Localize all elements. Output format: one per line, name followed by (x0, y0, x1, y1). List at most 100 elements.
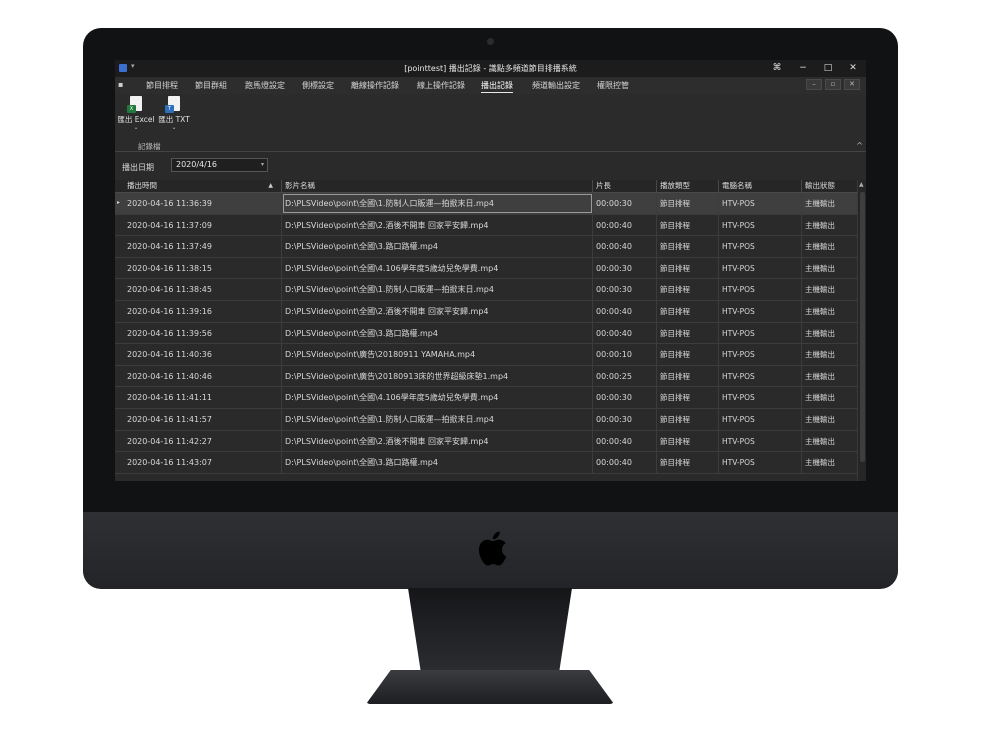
cell-file[interactable]: D:\PLSVideo\point\全國\1.防制人口販運—拍掀末日.mp4 (282, 409, 593, 430)
cell-time[interactable]: 2020-04-16 11:37:09 (124, 214, 282, 236)
vertical-scrollbar[interactable]: ▲ (857, 180, 866, 481)
cell-file[interactable]: D:\PLSVideo\point\全國\4.106學年度5歲幼兒免學費.mp4 (282, 257, 593, 279)
cell-status[interactable]: 主機輸出 (802, 344, 857, 365)
table-row[interactable]: ▸ 2020-04-16 11:36:39 D:\PLSVideo\point\全國… (115, 193, 857, 215)
cell-time[interactable]: 2020-04-16 11:37:49 (124, 236, 282, 258)
cell-computer[interactable]: HTV-POS (719, 193, 802, 214)
mdi-close-button[interactable]: ✕ (844, 79, 860, 90)
table-row[interactable]: 2020-04-16 11:39:56 D:\PLSVideo\point\全國\… (115, 322, 857, 345)
tab-permission-control[interactable]: 權限控管 (597, 80, 629, 91)
cell-type[interactable]: 節目排程 (657, 365, 719, 387)
table-row[interactable]: 2020-04-16 11:43:07 D:\PLSVideo\point\全國\… (115, 452, 857, 474)
cell-file[interactable]: D:\PLSVideo\point\廣告\20180911 YAMAHA.mp4 (282, 344, 593, 366)
scrollbar-thumb[interactable] (860, 192, 865, 462)
cell-status[interactable]: 主機輸出 (802, 258, 857, 279)
cell-time[interactable]: 2020-04-16 11:39:56 (124, 322, 282, 344)
column-header-status[interactable]: 輸出狀態 (802, 180, 857, 193)
cell-computer[interactable]: HTV-POS (719, 387, 802, 409)
cell-duration[interactable]: 00:00:30 (593, 387, 657, 409)
cell-computer[interactable]: HTV-POS (719, 322, 802, 344)
cell-computer[interactable]: HTV-POS (719, 452, 802, 474)
file-menu-icon[interactable]: ▪ (118, 80, 130, 90)
column-header-file[interactable]: 影片名稱 (282, 180, 593, 193)
cell-computer[interactable]: HTV-POS (719, 257, 802, 279)
table-row[interactable]: 2020-04-16 11:42:27 D:\PLSVideo\point\全國\… (115, 430, 857, 453)
playout-date-picker[interactable]: 2020/4/16 ▾ (171, 158, 268, 172)
cell-time[interactable]: 2020-04-16 11:41:57 (124, 409, 282, 430)
cell-duration[interactable]: 00:00:40 (593, 236, 657, 258)
cell-computer[interactable]: HTV-POS (719, 301, 802, 322)
tab-program-schedule[interactable]: 節目排程 (146, 80, 178, 91)
cell-type[interactable]: 節目排程 (657, 257, 719, 279)
cell-computer[interactable]: HTV-POS (719, 344, 802, 366)
cell-type[interactable]: 節目排程 (657, 322, 719, 344)
cell-status[interactable]: 主機輸出 (802, 452, 857, 473)
maximize-button[interactable]: □ (819, 62, 837, 75)
column-header-type[interactable]: 播放類型 (657, 180, 719, 193)
cell-duration[interactable]: 00:00:30 (593, 279, 657, 301)
cell-computer[interactable]: HTV-POS (719, 365, 802, 387)
cell-computer[interactable]: HTV-POS (719, 409, 802, 430)
cell-status[interactable]: 主機輸出 (802, 193, 857, 214)
cell-computer[interactable]: HTV-POS (719, 214, 802, 236)
cell-type[interactable]: 節目排程 (657, 193, 719, 214)
cell-duration[interactable]: 00:00:30 (593, 193, 657, 214)
table-row[interactable]: 2020-04-16 11:41:57 D:\PLSVideo\point\全國\… (115, 409, 857, 431)
pin-button[interactable]: ⌘ (768, 62, 786, 75)
cell-type[interactable]: 節目排程 (657, 301, 719, 322)
tab-offline-log[interactable]: 離線操作記錄 (351, 80, 399, 91)
collapse-ribbon-icon[interactable]: ^ (856, 141, 863, 150)
cell-file[interactable]: D:\PLSVideo\point\全國\1.防制人口販運—拍掀末日.mp4 (282, 193, 593, 214)
tab-program-group[interactable]: 節目群組 (195, 80, 227, 91)
mdi-restore-button[interactable]: ▫ (825, 79, 841, 90)
cell-computer[interactable]: HTV-POS (719, 279, 802, 301)
cell-type[interactable]: 節目排程 (657, 430, 719, 452)
cell-duration[interactable]: 00:00:40 (593, 452, 657, 474)
cell-duration[interactable]: 00:00:10 (593, 344, 657, 366)
cell-duration[interactable]: 00:00:30 (593, 257, 657, 279)
column-header-computer[interactable]: 電腦名稱 (719, 180, 802, 193)
cell-time[interactable]: 2020-04-16 11:40:46 (124, 365, 282, 387)
cell-duration[interactable]: 00:00:30 (593, 409, 657, 430)
cell-file[interactable]: D:\PLSVideo\point\全國\3.路口路權.mp4 (282, 322, 593, 344)
cell-time[interactable]: 2020-04-16 11:38:15 (124, 257, 282, 279)
cell-file[interactable]: D:\PLSVideo\point\全國\4.106學年度5歲幼兒免學費.mp4 (282, 387, 593, 409)
cell-time[interactable]: 2020-04-16 11:40:36 (124, 344, 282, 366)
cell-duration[interactable]: 00:00:40 (593, 214, 657, 236)
cell-status[interactable]: 主機輸出 (802, 279, 857, 300)
scroll-up-icon[interactable]: ▲ (859, 181, 864, 188)
cell-type[interactable]: 節目排程 (657, 214, 719, 236)
cell-time[interactable]: 2020-04-16 11:39:16 (124, 301, 282, 322)
cell-status[interactable]: 主機輸出 (802, 323, 857, 344)
cell-computer[interactable]: HTV-POS (719, 430, 802, 452)
column-header-duration[interactable]: 片長 (593, 180, 657, 193)
minimize-button[interactable]: − (794, 62, 812, 75)
table-row[interactable]: 2020-04-16 11:38:45 D:\PLSVideo\point\全國\… (115, 279, 857, 301)
table-row[interactable]: 2020-04-16 11:39:16 D:\PLSVideo\point\全國\… (115, 301, 857, 323)
cell-file[interactable]: D:\PLSVideo\point\全國\3.路口路權.mp4 (282, 236, 593, 258)
export-txt-button[interactable]: T 匯出 TXT ⌄ (155, 96, 193, 136)
cell-computer[interactable]: HTV-POS (719, 236, 802, 258)
tab-channel-output-settings[interactable]: 頻道輸出設定 (532, 80, 580, 91)
cell-status[interactable]: 主機輸出 (802, 409, 857, 430)
cell-file[interactable]: D:\PLSVideo\point\廣告\20180913床的世界超級床墊1.m… (282, 365, 593, 387)
cell-type[interactable]: 節目排程 (657, 452, 719, 474)
cell-time[interactable]: 2020-04-16 11:43:07 (124, 452, 282, 474)
cell-time[interactable]: 2020-04-16 11:36:39 (124, 193, 282, 214)
table-row[interactable]: 2020-04-16 11:38:15 D:\PLSVideo\point\全國\… (115, 257, 857, 280)
cell-type[interactable]: 節目排程 (657, 344, 719, 366)
cell-time[interactable]: 2020-04-16 11:42:27 (124, 430, 282, 452)
export-excel-button[interactable]: X 匯出 Excel ⌄ (117, 96, 155, 136)
table-row[interactable]: 2020-04-16 11:40:36 D:\PLSVideo\point\廣告\… (115, 344, 857, 366)
mdi-minimize-button[interactable]: – (806, 79, 822, 90)
cell-status[interactable]: 主機輸出 (802, 366, 857, 387)
chevron-down-icon[interactable]: ▾ (261, 161, 264, 168)
cell-duration[interactable]: 00:00:40 (593, 430, 657, 452)
cell-type[interactable]: 節目排程 (657, 409, 719, 430)
cell-duration[interactable]: 00:00:25 (593, 365, 657, 387)
cell-duration[interactable]: 00:00:40 (593, 322, 657, 344)
cell-status[interactable]: 主機輸出 (802, 387, 857, 408)
cell-file[interactable]: D:\PLSVideo\point\全國\2.酒後不開車 回家平安歸.mp4 (282, 430, 593, 452)
cell-type[interactable]: 節目排程 (657, 279, 719, 301)
cell-type[interactable]: 節目排程 (657, 387, 719, 409)
